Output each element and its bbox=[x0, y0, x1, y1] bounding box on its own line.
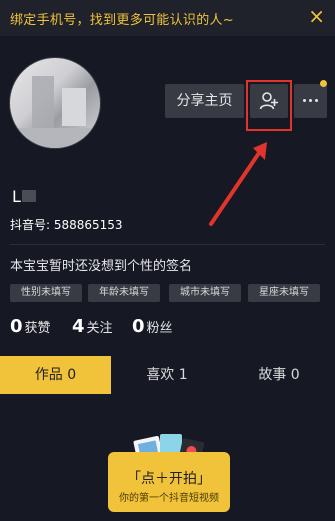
nickname: L bbox=[12, 187, 21, 206]
stat-following-count: 4 bbox=[72, 316, 85, 337]
bind-phone-banner[interactable]: 绑定手机号，找到更多可能认识的人~ × bbox=[0, 0, 335, 36]
stat-likes[interactable]: 0 获赞 bbox=[10, 316, 51, 337]
shoot-video-button[interactable]: 「点＋开拍」 你的第一个抖音短视频 bbox=[108, 452, 230, 512]
tag-city[interactable]: 城市未填写 bbox=[169, 284, 241, 302]
cta-title: 「点＋开拍」 bbox=[127, 471, 211, 487]
stat-fans[interactable]: 0 粉丝 bbox=[132, 316, 173, 337]
stat-likes-count: 0 bbox=[10, 316, 23, 337]
content-tabs: 作品 0 喜欢 1 故事 0 bbox=[0, 356, 335, 394]
more-button[interactable] bbox=[294, 84, 327, 118]
tag-age[interactable]: 年龄未填写 bbox=[88, 284, 160, 302]
stat-fans-count: 0 bbox=[132, 316, 145, 337]
tag-gender[interactable]: 性别未填写 bbox=[10, 284, 82, 302]
highlight-box bbox=[246, 80, 292, 131]
nickname-blur bbox=[22, 190, 36, 202]
signature[interactable]: 本宝宝暂时还没想到个性的签名 bbox=[10, 255, 192, 274]
tag-zodiac[interactable]: 星座未填写 bbox=[248, 284, 320, 302]
stat-likes-label: 获赞 bbox=[24, 321, 51, 336]
avatar[interactable] bbox=[9, 57, 101, 149]
share-profile-button[interactable]: 分享主页 bbox=[165, 84, 244, 118]
notification-dot bbox=[320, 80, 327, 87]
douyin-id[interactable]: 抖音号: 588865153 bbox=[10, 216, 123, 233]
arrow-annotation bbox=[209, 142, 267, 226]
close-icon[interactable]: × bbox=[308, 6, 325, 26]
tab-stories[interactable]: 故事 0 bbox=[223, 356, 335, 394]
cta-subtitle: 你的第一个抖音短视频 bbox=[119, 493, 219, 504]
more-icon bbox=[303, 99, 306, 102]
stat-following-label: 关注 bbox=[86, 321, 113, 336]
divider bbox=[10, 244, 325, 245]
banner-text: 绑定手机号，找到更多可能认识的人~ bbox=[10, 13, 234, 28]
stat-following[interactable]: 4 关注 bbox=[72, 316, 113, 337]
tab-works[interactable]: 作品 0 bbox=[0, 356, 111, 394]
tab-likes[interactable]: 喜欢 1 bbox=[111, 356, 223, 394]
stat-fans-label: 粉丝 bbox=[146, 321, 173, 336]
